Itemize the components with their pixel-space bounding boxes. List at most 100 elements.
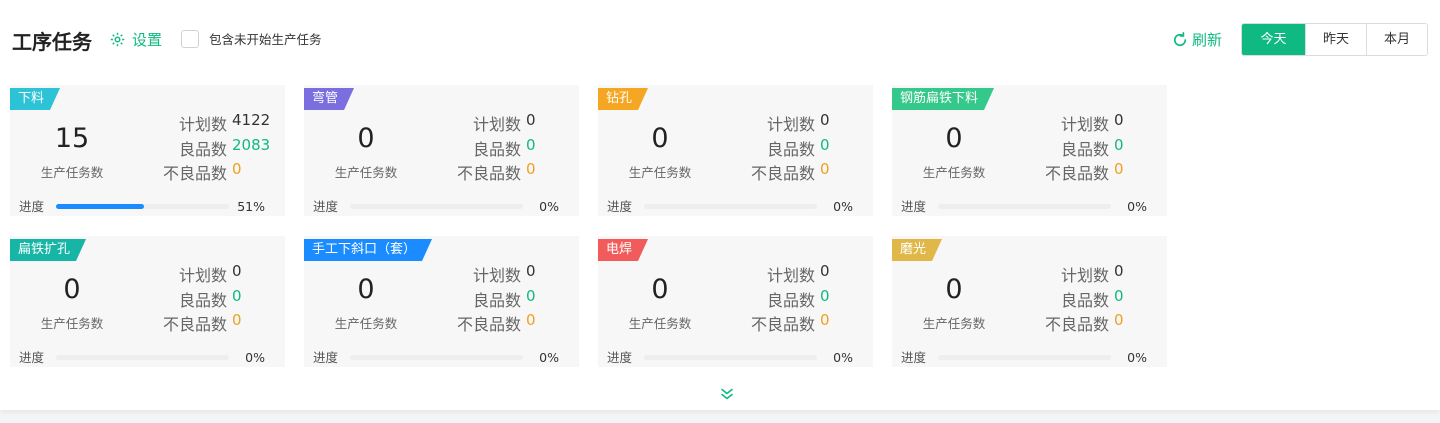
settings-button[interactable]: 设置 — [109, 29, 162, 50]
planned-value: 0 — [1114, 262, 1124, 280]
planned-value: 0 — [1114, 111, 1124, 129]
defect-stat: 不良品数 0 — [1044, 311, 1124, 335]
process-card[interactable]: 下料 15 生产任务数 计划数 4122 良品数 2083 不良品数 0 进度 51% — [10, 85, 285, 216]
task-count-value: 0 — [357, 123, 375, 154]
refresh-label: 刷新 — [1192, 31, 1223, 49]
defect-value: 0 — [1114, 311, 1124, 329]
defect-label: 不良品数 — [456, 315, 521, 334]
defect-value: 0 — [820, 311, 830, 329]
planned-value: 0 — [232, 262, 242, 280]
planned-value: 4122 — [232, 111, 271, 129]
include-unstarted-toggle[interactable]: 包含未开始生产任务 — [181, 29, 322, 48]
progress-label: 进度 — [19, 199, 45, 214]
good-stat: 良品数 0 — [766, 136, 830, 160]
planned-value: 0 — [820, 111, 830, 129]
task-count-value: 0 — [651, 274, 669, 305]
planned-label: 计划数 — [766, 115, 815, 134]
defect-label: 不良品数 — [162, 164, 227, 183]
good-label: 良品数 — [178, 140, 227, 159]
defect-value: 0 — [820, 160, 830, 178]
date-range-selector: 今天 昨天 本月 — [1241, 23, 1428, 56]
progress-label: 进度 — [607, 350, 633, 365]
include-unstarted-label: 包含未开始生产任务 — [209, 32, 322, 47]
planned-value: 0 — [526, 111, 536, 129]
process-name-tag: 钢筋扁铁下料 — [892, 88, 994, 110]
good-label: 良品数 — [766, 291, 815, 310]
progress-label: 进度 — [19, 350, 45, 365]
progress-label: 进度 — [607, 199, 633, 214]
task-count-label: 生产任务数 — [628, 165, 692, 180]
planned-value: 0 — [526, 262, 536, 280]
progress-percent: 0% — [1127, 199, 1147, 214]
progress-percent: 51% — [237, 199, 265, 214]
progress-bar — [644, 204, 817, 209]
process-name-tag: 手工下斜口（套） — [304, 239, 432, 261]
good-label: 良品数 — [1060, 291, 1109, 310]
task-count-label: 生产任务数 — [922, 165, 986, 180]
good-value: 0 — [1114, 136, 1124, 154]
good-value: 2083 — [232, 136, 271, 154]
progress-bar — [938, 355, 1111, 360]
good-value: 0 — [526, 136, 536, 154]
process-task-panel: 工序任务 设置 包含未开始生产任务 刷新 今天 昨天 本月 下料 15 生产任务数计… — [0, 0, 1440, 410]
defect-label: 不良品数 — [1044, 315, 1109, 334]
defect-stat: 不良品数 0 — [1045, 160, 1124, 184]
progress-bar — [56, 204, 229, 209]
good-stat: 良品数 0 — [472, 287, 536, 311]
progress-bar — [350, 204, 523, 209]
task-count-label: 生产任务数 — [334, 316, 398, 331]
process-card[interactable]: 扁铁扩孔 0 生产任务数 计划数 0 良品数 0 不良品数 0 进度 0% — [10, 236, 285, 367]
planned-stat: 计划数 0 — [767, 262, 830, 286]
process-card[interactable]: 磨光 0 生产任务数 计划数 0 良品数 0 不良品数 0 进度 0% — [892, 236, 1167, 367]
defect-value: 0 — [526, 160, 536, 178]
process-name-tag: 下料 — [10, 88, 60, 110]
good-label: 良品数 — [1060, 140, 1109, 159]
task-count-label: 生产任务数 — [922, 316, 986, 331]
task-count-label: 生产任务数 — [334, 165, 398, 180]
range-yesterday-button[interactable]: 昨天 — [1305, 24, 1366, 55]
progress-percent: 0% — [539, 350, 559, 365]
include-unstarted-checkbox[interactable] — [181, 29, 199, 48]
defect-label: 不良品数 — [750, 164, 815, 183]
expand-chevron-icon[interactable] — [718, 385, 736, 403]
planned-stat: 计划数 0 — [472, 111, 536, 135]
defect-label: 不良品数 — [456, 164, 521, 183]
progress-percent: 0% — [1127, 350, 1147, 365]
process-card[interactable]: 钢筋扁铁下料 0 生产任务数 计划数 0 良品数 0 不良品数 0 进度 0% — [892, 85, 1167, 216]
process-name-tag: 弯管 — [304, 88, 354, 110]
progress-bar — [644, 355, 817, 360]
process-name-tag: 钻孔 — [598, 88, 648, 110]
task-count-label: 生产任务数 — [628, 316, 692, 331]
planned-stat: 计划数 0 — [766, 111, 830, 135]
planned-stat: 计划数 0 — [473, 262, 536, 286]
process-card[interactable]: 弯管 0 生产任务数 计划数 0 良品数 0 不良品数 0 进度 0% — [304, 85, 579, 216]
process-card[interactable]: 电焊 0 生产任务数 计划数 0 良品数 0 不良品数 0 进度 0% — [598, 236, 873, 367]
good-label: 良品数 — [472, 291, 521, 310]
planned-label: 计划数 — [178, 115, 227, 134]
range-month-button[interactable]: 本月 — [1366, 24, 1427, 55]
progress-percent: 0% — [245, 350, 265, 365]
defect-value: 0 — [526, 311, 536, 329]
progress-bar — [56, 355, 229, 360]
settings-label: 设置 — [132, 31, 163, 49]
defect-stat: 不良品数 0 — [162, 160, 242, 184]
planned-label: 计划数 — [472, 115, 521, 134]
good-label: 良品数 — [766, 140, 815, 159]
range-today-button[interactable]: 今天 — [1242, 24, 1305, 55]
progress-label: 进度 — [313, 199, 339, 214]
task-count-value: 0 — [357, 274, 375, 305]
progress-percent: 0% — [539, 199, 559, 214]
planned-stat: 计划数 0 — [179, 262, 242, 286]
good-value: 0 — [526, 287, 536, 305]
process-name-tag: 磨光 — [892, 239, 942, 261]
gear-icon — [110, 32, 125, 47]
planned-label: 计划数 — [1060, 266, 1109, 285]
process-card[interactable]: 手工下斜口（套） 0 生产任务数 计划数 0 良品数 0 不良品数 0 进度 0% — [304, 236, 579, 367]
planned-stat: 计划数 0 — [1060, 262, 1124, 286]
process-card[interactable]: 钻孔 0 生产任务数 计划数 0 良品数 0 不良品数 0 进度 0% — [598, 85, 873, 216]
good-stat: 良品数 2083 — [178, 136, 270, 160]
process-name-tag: 电焊 — [598, 239, 648, 261]
refresh-button[interactable]: 刷新 — [1171, 29, 1222, 50]
progress-percent: 0% — [833, 199, 853, 214]
defect-value: 0 — [1114, 160, 1124, 178]
